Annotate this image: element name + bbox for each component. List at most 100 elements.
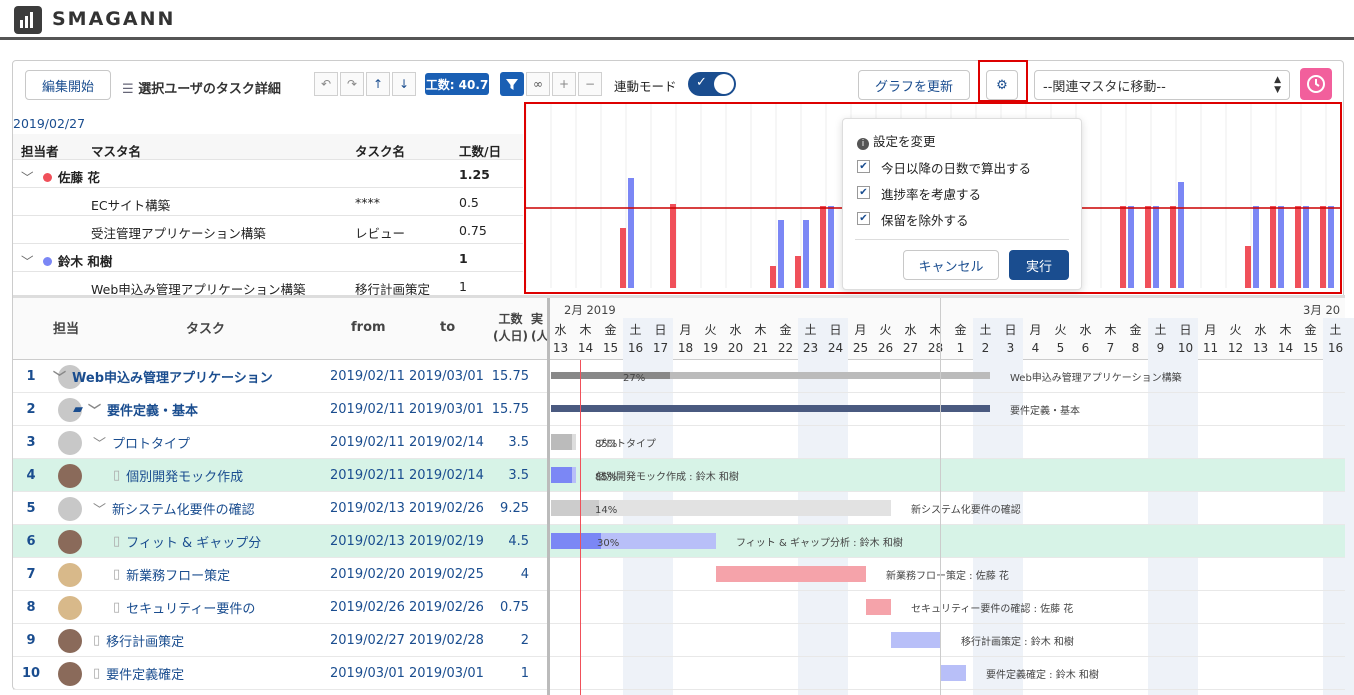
app-logo-icon: [14, 6, 42, 34]
gantt-bar-label: 個別開発モック作成 : 鈴木 和樹: [596, 472, 739, 483]
gantt-day: 15: [602, 341, 619, 355]
gantt-bar[interactable]: [551, 372, 990, 379]
chevron-down-icon[interactable]: ﹀: [93, 433, 106, 452]
option-checkbox-3[interactable]: ✔: [857, 212, 870, 225]
gantt-day: 11: [1202, 341, 1219, 355]
gantt-dow: 金: [1304, 323, 1317, 337]
gantt-dow: 木: [579, 323, 592, 337]
gantt-dow: 日: [1004, 323, 1017, 337]
edit-start-button[interactable]: 編集開始: [25, 70, 111, 100]
run-button[interactable]: 実行: [1009, 250, 1069, 280]
gantt-bar-label: 新システム化要件の確認: [911, 505, 1021, 516]
option-checkbox-1[interactable]: ✔: [857, 160, 870, 173]
chevron-down-icon[interactable]: ﹀: [93, 499, 106, 518]
gantt-day: 19: [702, 341, 719, 355]
folder-icon: ▰: [73, 402, 83, 417]
gantt-day: 5: [1056, 341, 1065, 355]
gantt-bar[interactable]: [866, 599, 891, 615]
gantt-bar-label: Web申込み管理アプリケーション構築: [1010, 373, 1182, 384]
app-name: SMAGANN: [52, 8, 176, 30]
link-mode-label: 連動モード: [614, 79, 677, 94]
today-line: [580, 360, 581, 695]
gantt-dow: 土: [804, 323, 817, 337]
gantt-dow: 火: [1054, 323, 1067, 337]
gantt-bar[interactable]: [551, 533, 716, 549]
gantt-bar[interactable]: [551, 434, 576, 450]
progress-label: 30%: [597, 538, 620, 549]
cancel-button[interactable]: キャンセル: [903, 250, 999, 280]
chevron-down-icon[interactable]: ﹀: [21, 167, 34, 186]
gantt-bar-label: プロトタイプ: [596, 439, 656, 450]
top-bar: SMAGANN: [0, 0, 1354, 40]
avatar: [58, 529, 82, 554]
clock-icon[interactable]: [1300, 68, 1332, 100]
mini-row: ﹀ 鈴木 和樹 1: [13, 244, 523, 272]
list-icon: ☰: [122, 82, 134, 97]
gantt-bar-label: 要件定義確定 : 鈴木 和樹: [986, 670, 1099, 681]
gantt-day: 17: [1348, 341, 1354, 355]
move-up-icon[interactable]: ↑: [366, 72, 390, 96]
gantt-bar-label: 要件定義・基本: [1010, 406, 1080, 417]
gantt-dow: 木: [754, 323, 767, 337]
gantt-day: 1: [956, 341, 965, 355]
gantt-day: 14: [577, 341, 594, 355]
document-icon: ▯: [113, 600, 121, 615]
gantt-dow: 水: [554, 323, 567, 337]
check-icon: ✓: [696, 75, 707, 90]
gantt-dow: 金: [1129, 323, 1142, 337]
table-row[interactable]: 10 ▯ 要件定義確定 2019/03/01 2019/03/01 1: [13, 657, 1345, 690]
weekend-column: [1348, 318, 1354, 695]
gantt-dow: 水: [729, 323, 742, 337]
chevron-down-icon[interactable]: ﹀: [88, 400, 101, 419]
undo-icon[interactable]: ↶: [314, 72, 338, 96]
gantt-bar-label: 新業務フロー策定 : 佐藤 花: [886, 571, 1009, 582]
option-checkbox-2[interactable]: ✔: [857, 186, 870, 199]
option-label-3: 保留を除外する: [881, 213, 969, 228]
mini-row: 受注管理アプリケーション構築 レビュー 0.75: [13, 216, 523, 244]
gantt-day: 10: [1177, 341, 1194, 355]
gantt-dow: 水: [904, 323, 917, 337]
gantt-day: 24: [827, 341, 844, 355]
related-master-select[interactable]: --関連マスタに移動-- ▲ ▼: [1034, 70, 1290, 100]
option-label-2: 進捗率を考慮する: [881, 187, 982, 202]
gantt-bar[interactable]: [551, 467, 576, 483]
glasses-icon[interactable]: ∞: [526, 72, 550, 96]
grid-header: 担当 タスク from to 工数 (人日) 実 (人: [13, 298, 549, 360]
gantt-dow: 土: [1329, 323, 1342, 337]
document-icon: ▯: [93, 666, 101, 681]
table-row[interactable]: 8 ▯ セキュリティー要件の 2019/02/26 2019/02/26 0.75: [13, 591, 1345, 624]
move-down-icon[interactable]: ↓: [392, 72, 416, 96]
gantt-bar-label: 移行計画策定 : 鈴木 和樹: [961, 637, 1074, 648]
chevron-down-icon[interactable]: ﹀: [53, 367, 66, 386]
gantt-dow: 金: [604, 323, 617, 337]
gantt-bar-label: セキュリティー要件の確認 : 佐藤 花: [911, 604, 1074, 615]
grid-splitter[interactable]: [547, 298, 550, 695]
mini-row: ﹀ 佐藤 花 1.25: [13, 160, 523, 188]
gantt-day: 16: [1327, 341, 1344, 355]
link-mode-toggle[interactable]: ✓: [688, 72, 736, 96]
gantt-bar[interactable]: [891, 632, 941, 648]
zoom-in-icon[interactable]: +: [552, 72, 576, 96]
chevron-down-icon[interactable]: ﹀: [21, 251, 34, 270]
table-row[interactable]: 7 ▯ 新業務フロー策定 2019/02/20 2019/02/25 4: [13, 558, 1345, 591]
gantt-bar[interactable]: [941, 665, 966, 681]
update-graph-button[interactable]: グラフを更新: [858, 70, 970, 100]
gantt-day: 4: [1031, 341, 1040, 355]
table-row[interactable]: 9 ▯ 移行計画策定 2019/02/27 2019/02/28 2: [13, 624, 1345, 657]
gantt-dow: 日: [1348, 321, 1354, 338]
gantt-day: 18: [677, 341, 694, 355]
filter-icon[interactable]: [500, 72, 524, 96]
gantt-bar[interactable]: [716, 566, 866, 582]
gantt-bar[interactable]: [551, 405, 990, 412]
table-row[interactable]: 3 ﹀ プロトタイプ 2019/02/11 2019/02/14 3.5: [13, 426, 1345, 459]
gantt-dow: 火: [879, 323, 892, 337]
redo-icon[interactable]: ↷: [340, 72, 364, 96]
gantt-day: 14: [1277, 341, 1294, 355]
gantt-day: 3: [1006, 341, 1015, 355]
gantt-dow: 火: [1229, 323, 1242, 337]
gantt-bar-label: フィット & ギャップ分析 : 鈴木 和樹: [736, 538, 903, 549]
gantt-dow: 月: [1204, 323, 1217, 337]
gantt-dow: 木: [929, 323, 942, 337]
zoom-out-icon[interactable]: −: [578, 72, 602, 96]
assignee-color-dot: [43, 257, 52, 266]
